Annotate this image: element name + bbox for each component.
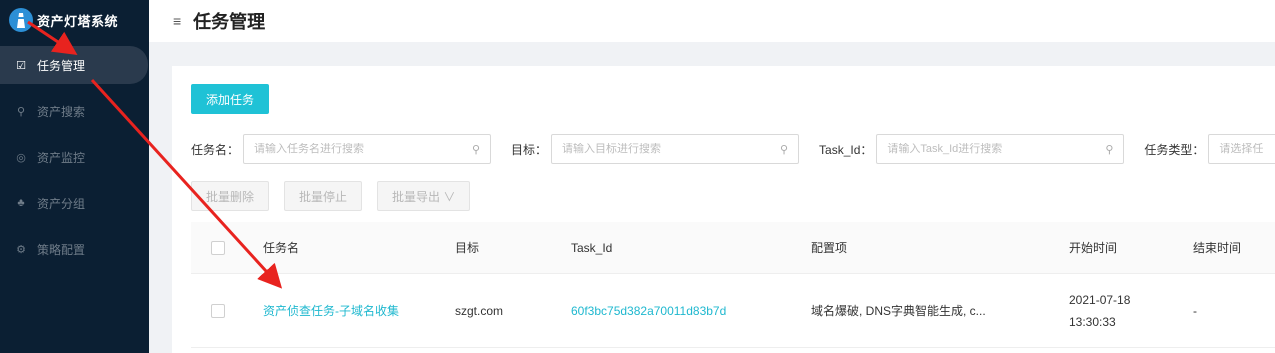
sidebar-item-policy-config[interactable]: ⚙ 策略配置 — [0, 230, 149, 268]
brand[interactable]: 资产灯塔系统 — [0, 0, 149, 40]
sidebar-item-asset-monitor[interactable]: ◎ 资产监控 — [0, 138, 149, 176]
sidebar-item-asset-group[interactable]: ♣ 资产分组 — [0, 184, 149, 222]
column-header-task-name[interactable]: 任务名 — [263, 239, 455, 256]
search-icon: ⚲ — [16, 105, 26, 118]
search-icon[interactable]: ⚲ — [780, 143, 788, 156]
task-card: 添加任务 任务名： ⚲ 目标： ⚲ Task_Id： ⚲ 任务类型： 批量 — [172, 66, 1275, 353]
config-cell: 域名爆破, DNS字典智能生成, c... — [811, 304, 986, 318]
page-title: 任务管理 — [193, 12, 266, 32]
lighthouse-icon — [9, 8, 33, 32]
menu-fold-icon[interactable]: ≡ — [173, 13, 181, 29]
sidebar-item-task-management[interactable]: ☑ 任务管理 — [0, 46, 148, 84]
bulk-actions: 批量删除 批量停止 批量导出 ∨ — [191, 181, 485, 211]
sidebar-item-asset-search[interactable]: ⚲ 资产搜索 — [0, 92, 149, 130]
app-title: 资产灯塔系统 — [37, 13, 119, 29]
table-header: 任务名 目标 Task_Id 配置项 开始时间 结束时间 — [191, 222, 1275, 274]
sidebar-menu: ☑ 任务管理 ⚲ 资产搜索 ◎ 资产监控 ♣ 资产分组 ⚙ 策略配置 — [0, 46, 149, 268]
column-header-config[interactable]: 配置项 — [811, 239, 1069, 256]
add-task-button[interactable]: 添加任务 — [191, 84, 270, 114]
filter-bar: 任务名： ⚲ 目标： ⚲ Task_Id： ⚲ 任务类型： — [191, 134, 1275, 164]
select-all-checkbox[interactable] — [211, 240, 225, 255]
gear-icon: ⚙ — [16, 243, 26, 256]
row-checkbox-cell — [191, 303, 263, 318]
header-checkbox-cell — [191, 240, 263, 255]
end-time-cell: - — [1193, 303, 1197, 318]
hierarchy-icon: ♣ — [17, 197, 25, 209]
start-time: 13:30:33 — [1069, 314, 1116, 329]
task-id-search-field[interactable]: ⚲ — [876, 134, 1125, 164]
sidebar-item-label: 资产搜索 — [37, 104, 86, 119]
task-name-label: 任务名： — [191, 142, 240, 157]
task-type-label: 任务类型： — [1144, 142, 1205, 157]
start-time-cell: 2021-07-18 13:30:33 — [1069, 289, 1193, 333]
column-header-target[interactable]: 目标 — [455, 239, 571, 256]
task-id-input[interactable] — [887, 143, 1100, 155]
column-header-end-time[interactable]: 结束时间 — [1193, 239, 1275, 256]
search-icon[interactable]: ⚲ — [1105, 143, 1113, 156]
row-checkbox[interactable] — [211, 303, 225, 318]
task-table: 任务名 目标 Task_Id 配置项 开始时间 结束时间 资产侦查任务-子域名收… — [191, 222, 1275, 348]
bulk-stop-button[interactable]: 批量停止 — [284, 181, 363, 211]
bulk-delete-button[interactable]: 批量删除 — [191, 181, 270, 211]
bulk-export-button[interactable]: 批量导出 ∨ — [377, 181, 471, 211]
sidebar-item-label: 资产分组 — [37, 196, 86, 211]
task-type-input[interactable] — [1219, 143, 1275, 155]
table-row: 资产侦查任务-子域名收集 szgt.com 60f3bc75d382a70011… — [191, 274, 1275, 348]
shield-icon: ◎ — [16, 151, 26, 164]
sidebar-item-label: 任务管理 — [37, 58, 86, 73]
target-input[interactable] — [562, 143, 774, 155]
task-name-link[interactable]: 资产侦查任务-子域名收集 — [263, 302, 455, 319]
header-bar: ≡ 任务管理 — [149, 0, 1275, 42]
checklist-icon: ☑ — [16, 59, 26, 72]
target-search-field[interactable]: ⚲ — [551, 134, 800, 164]
column-header-task-id[interactable]: Task_Id — [571, 241, 811, 255]
target-cell: szgt.com — [455, 303, 504, 318]
main-area: ≡ 任务管理 添加任务 任务名： ⚲ 目标： ⚲ Task_Id： ⚲ 任务类型… — [149, 0, 1275, 353]
start-date: 2021-07-18 — [1069, 292, 1131, 307]
sidebar-item-label: 策略配置 — [37, 242, 86, 257]
sidebar-item-label: 资产监控 — [37, 150, 86, 165]
column-header-start-time[interactable]: 开始时间 — [1069, 239, 1193, 256]
sidebar: 资产灯塔系统 ☑ 任务管理 ⚲ 资产搜索 ◎ 资产监控 ♣ 资产分组 ⚙ 策略配… — [0, 0, 149, 353]
search-icon[interactable]: ⚲ — [472, 143, 480, 156]
task-name-search-field[interactable]: ⚲ — [243, 134, 492, 164]
task-id-label: Task_Id： — [819, 142, 873, 157]
task-type-select[interactable] — [1208, 134, 1275, 164]
task-id-link[interactable]: 60f3bc75d382a70011d83b7d — [571, 304, 811, 318]
target-label: 目标： — [511, 142, 548, 157]
task-name-input[interactable] — [254, 143, 466, 155]
